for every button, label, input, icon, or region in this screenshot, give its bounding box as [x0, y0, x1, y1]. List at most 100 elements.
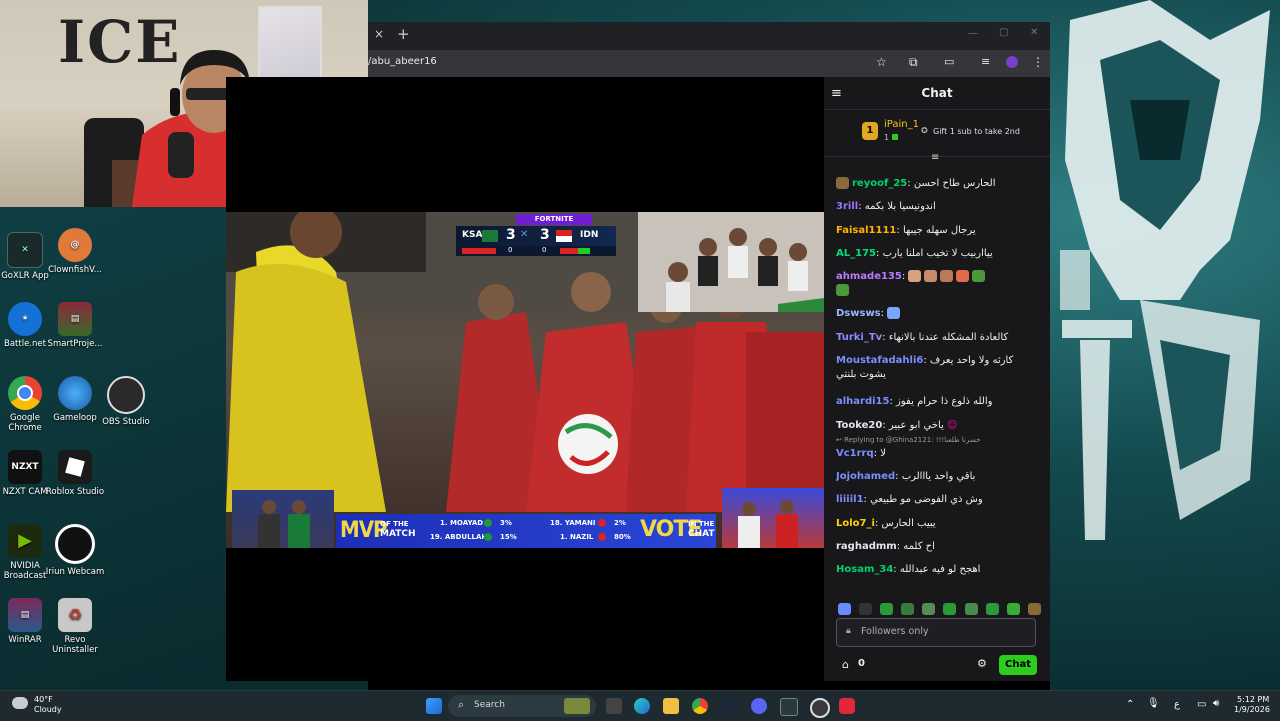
emote-icon[interactable] — [964, 602, 978, 615]
chrome-taskbar-icon[interactable] — [692, 698, 708, 714]
weather-desc[interactable]: Cloudy — [34, 705, 62, 714]
desktop-icon-obs[interactable]: OBS Studio — [96, 376, 156, 427]
chat-input[interactable]: 🔒︎ Followers only — [836, 618, 1036, 647]
browser-menu-icon[interactable]: ⋮ — [1032, 55, 1044, 69]
maximize-button[interactable]: ▢ — [999, 27, 1008, 38]
emote-icon[interactable] — [1006, 602, 1020, 615]
chat-message: Moustafadahli6: كارثه ولا واحد يعرف يشوت… — [836, 355, 1014, 381]
emote-icon[interactable] — [1027, 602, 1041, 615]
emote-icon[interactable] — [922, 602, 936, 615]
gift-sub-text[interactable]: Gift 1 sub to take 2nd — [933, 127, 1020, 136]
edge-icon[interactable] — [634, 698, 650, 714]
chat-settings-gear-icon[interactable]: ⚙ — [977, 657, 987, 670]
side-panel-icon[interactable]: ▭ — [944, 55, 954, 68]
tray-chevron-icon[interactable]: ⌃ — [1126, 699, 1134, 710]
video-cam-inset — [638, 212, 824, 312]
emote-icon[interactable] — [985, 602, 999, 615]
chat-username[interactable]: Tooke20 — [836, 420, 882, 431]
idn-badge-icon — [598, 533, 606, 541]
idn-badge-icon — [598, 519, 606, 527]
chat-message: alhardi15: والله ذلوع ذا حرام يفوز — [836, 396, 993, 408]
chat-username[interactable]: reyoof_25 — [852, 178, 907, 189]
network-icon[interactable]: ▭ — [1197, 699, 1206, 710]
chat-text: وش ذي الفوضى مو طبيعي — [870, 494, 983, 506]
chat-username[interactable]: raghadmm — [836, 541, 897, 552]
nzxt-icon: NZXT — [8, 450, 42, 484]
bookmark-star-icon[interactable]: ☆ — [876, 55, 887, 69]
emote-icon[interactable] — [838, 602, 851, 615]
scroll-indicator-icon[interactable]: ≡ — [931, 152, 939, 163]
chat-message: Jojohamed: باقي واحد يااالرب — [836, 470, 976, 482]
channel-points-icon[interactable]: ⌂ — [842, 658, 849, 671]
chat-username[interactable]: 3rill — [836, 201, 858, 212]
close-window-button[interactable]: ✕ — [1030, 27, 1038, 38]
minimize-button[interactable]: — — [968, 28, 978, 39]
gift-leaderboard[interactable]: 1 iPain_1 1 ✪ Gift 1 sub to take 2nd — [824, 110, 1050, 157]
reply-arrow-icon: ↩ — [836, 435, 842, 444]
chat-username[interactable]: Lolo7_i — [836, 518, 875, 529]
desktop-icon-revo[interactable]: ♻ Revo Uninstaller — [45, 598, 105, 655]
file-explorer-icon[interactable] — [663, 698, 679, 714]
app-taskbar-icon[interactable] — [839, 698, 855, 714]
tab-close-button[interactable]: × — [374, 27, 384, 41]
emote-icon[interactable] — [880, 602, 894, 615]
desktop-icon-smartproject[interactable]: ▤ SmartProje... — [45, 302, 105, 349]
nvidia-broadcast-icon: ▶ — [8, 524, 42, 558]
microphone-icon[interactable]: 🎙︎ — [1147, 698, 1160, 709]
extensions-icon[interactable]: ⧉ — [909, 55, 918, 70]
desktop-icon-label: Google Chrome — [8, 413, 42, 433]
new-tab-button[interactable]: + — [397, 25, 410, 43]
taskbar-search[interactable]: ⌕ Search — [448, 695, 596, 717]
media-controls-icon[interactable]: ≡ — [981, 55, 990, 68]
chat-username[interactable]: Dswsws — [836, 308, 881, 319]
chat-username[interactable]: Hosam_34 — [836, 564, 893, 575]
volume-icon[interactable]: 🔊︎ — [1213, 698, 1219, 709]
emote-icon[interactable] — [943, 602, 957, 615]
emote-icon[interactable] — [859, 602, 873, 615]
reply-context[interactable]: ↩ Replying to @Ghina2121: !!!خسرنا طلعنا — [836, 435, 1042, 445]
desktop-icon-iriun[interactable]: Iriun Webcam — [45, 524, 105, 577]
foul-bar-right — [560, 248, 590, 254]
steam-icon[interactable] — [721, 698, 737, 714]
mvp-cam-left — [232, 490, 334, 548]
address-bar[interactable]: /abu_abeer16 ☆ ⧉ ▭ ≡ ⋮ — [368, 50, 1050, 77]
vs-icon: ✕ — [520, 229, 529, 240]
chat-username[interactable]: alhardi15 — [836, 396, 889, 407]
clock-time[interactable]: 5:12 PM — [1237, 695, 1269, 704]
chat-username[interactable]: liiiil1 — [836, 494, 864, 505]
chat-username[interactable]: Turki_Tv — [836, 332, 882, 343]
team-left-name: KSA — [462, 230, 483, 240]
task-view-icon[interactable] — [606, 698, 622, 714]
clock-date[interactable]: 1/9/2026 — [1234, 705, 1270, 714]
desktop-icon-label: NZXT CAM — [2, 487, 48, 497]
in-the-chat-2: CHAT — [688, 529, 715, 539]
chat-username[interactable]: AL_175 — [836, 248, 876, 259]
chat-username[interactable]: Faisal1111 — [836, 225, 896, 236]
chat-username[interactable]: Jojohamed — [836, 471, 895, 482]
goxlr-taskbar-icon[interactable] — [780, 698, 798, 716]
send-chat-button[interactable]: Chat — [999, 655, 1037, 675]
emote-icon — [956, 270, 970, 283]
windows-start-icon[interactable] — [426, 698, 442, 714]
winrar-icon: ▤ — [8, 598, 42, 632]
desktop-icon-clownfish[interactable]: @ ClownfishV... — [45, 228, 105, 275]
profile-avatar[interactable] — [1006, 56, 1018, 68]
weather-temp[interactable]: 40°F — [34, 695, 53, 704]
chat-message: 3rill: اندونيسيا بلا بكمه — [836, 201, 936, 213]
chat-username[interactable]: Vc1rrq — [836, 448, 874, 459]
chat-username[interactable]: Moustafadahli6 — [836, 355, 923, 366]
desktop-icon-label: Revo Uninstaller — [52, 635, 98, 655]
desktop-icon-label: Roblox Studio — [45, 487, 105, 497]
discord-icon[interactable] — [751, 698, 767, 714]
input-language[interactable]: ع — [1174, 699, 1180, 710]
url-text[interactable]: /abu_abeer16 — [368, 56, 437, 67]
revo-uninstaller-icon: ♻ — [58, 598, 92, 632]
chat-text: ييااربيب لا تخيب املنا يارب — [882, 247, 993, 259]
chat-username[interactable]: ahmade135 — [836, 271, 902, 282]
desktop-icon-roblox[interactable]: Roblox Studio — [45, 450, 105, 497]
obs-taskbar-icon[interactable] — [810, 698, 830, 718]
desktop-icon-label: WinRAR — [8, 635, 42, 645]
player-4-name: 1. NAZIL — [560, 533, 594, 541]
video-frame[interactable]: FORTNITE KSA 3 ✕ 3 IDN 0 0 MVP OF THE MA… — [226, 212, 824, 548]
emote-icon[interactable] — [901, 602, 915, 615]
